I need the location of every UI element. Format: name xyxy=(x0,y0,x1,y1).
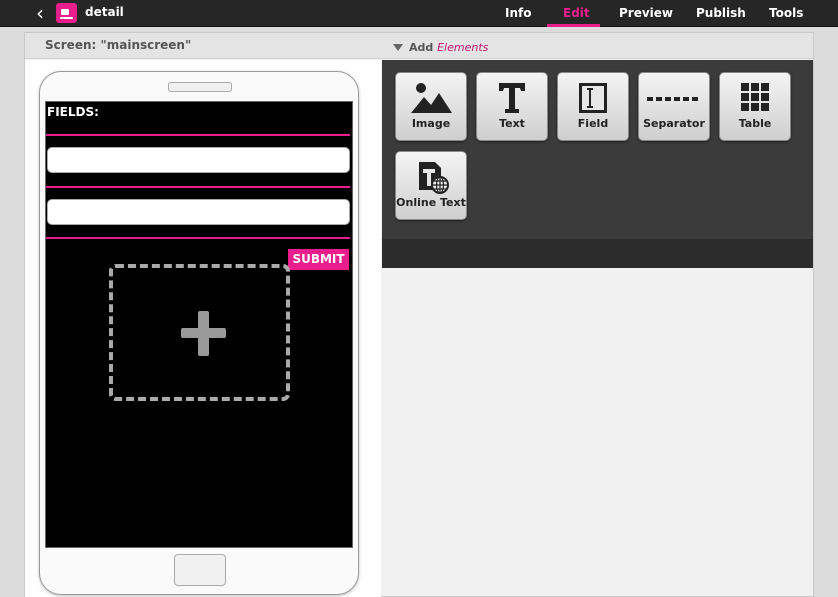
fields-label[interactable]: FIELDS: xyxy=(47,105,99,119)
image-icon xyxy=(396,81,466,115)
add-element-dropzone[interactable] xyxy=(109,264,290,401)
app-logo-icon xyxy=(56,3,77,23)
tool-image-button[interactable]: Image xyxy=(395,72,467,141)
collapse-triangle-icon[interactable] xyxy=(393,44,403,51)
back-arrow-icon[interactable]: ‹ xyxy=(30,3,50,23)
phone-speaker xyxy=(168,82,232,92)
screen-name-label: Screen: "mainscreen" xyxy=(45,38,192,52)
elements-panel-footer xyxy=(382,239,813,268)
tool-separator-label: Separator xyxy=(643,117,705,130)
online-text-icon xyxy=(396,160,466,194)
field-icon xyxy=(558,81,628,115)
text-field-2[interactable] xyxy=(47,199,350,225)
tool-text-button[interactable]: Text xyxy=(476,72,548,141)
tab-info[interactable]: Info xyxy=(505,6,531,20)
tool-table-label: Table xyxy=(738,117,772,130)
tool-separator-button[interactable]: Separator xyxy=(638,72,710,141)
phone-screen: FIELDS: SUBMIT xyxy=(45,101,353,548)
separator-icon xyxy=(639,81,709,115)
tool-online-text-button[interactable]: Online Text xyxy=(395,151,467,220)
submit-button[interactable]: SUBMIT xyxy=(288,249,349,270)
elements-label: Elements xyxy=(437,41,489,54)
tab-publish[interactable]: Publish xyxy=(696,6,746,20)
separator-line[interactable] xyxy=(46,186,350,188)
text-icon xyxy=(477,81,547,115)
tool-image-label: Image xyxy=(411,117,451,130)
add-label: Add xyxy=(409,41,434,54)
app-title: detail xyxy=(85,5,124,19)
tool-text-label: Text xyxy=(499,117,525,130)
tab-tools[interactable]: Tools xyxy=(769,6,803,20)
tool-table-button[interactable]: Table xyxy=(719,72,791,141)
separator-line[interactable] xyxy=(46,134,350,136)
add-elements-header[interactable]: Add Elements xyxy=(409,41,488,54)
active-tab-indicator xyxy=(547,24,600,27)
tab-edit[interactable]: Edit xyxy=(563,6,590,20)
plus-icon-vertical xyxy=(198,311,209,356)
table-icon xyxy=(720,81,790,115)
phone-home-button xyxy=(174,554,226,586)
tool-field-button[interactable]: Field xyxy=(557,72,629,141)
separator-line[interactable] xyxy=(46,237,350,239)
top-bar: ‹ detail Info Edit Preview Publish Tools xyxy=(0,0,838,27)
tab-preview[interactable]: Preview xyxy=(619,6,673,20)
tool-online-text-label: Online Text xyxy=(396,196,466,209)
text-field-1[interactable] xyxy=(47,147,350,173)
tool-field-label: Field xyxy=(577,117,609,130)
